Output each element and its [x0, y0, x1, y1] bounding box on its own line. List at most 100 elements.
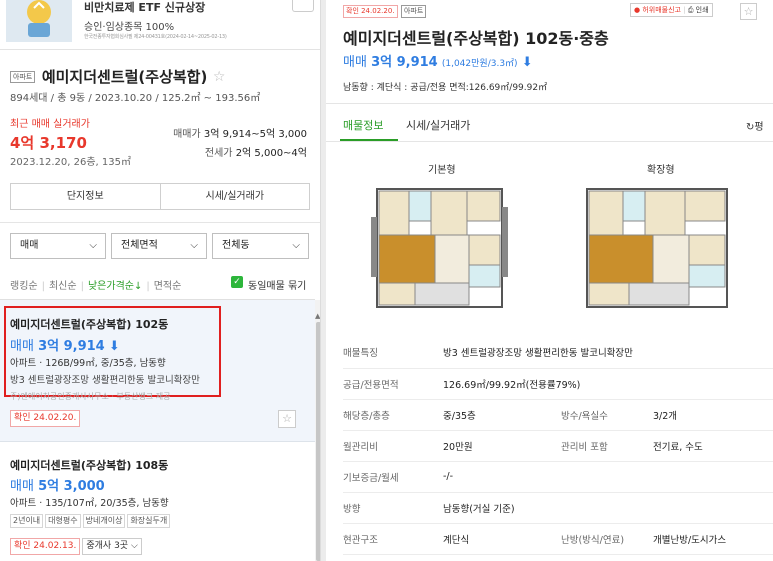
- trade-type-value: 매매: [20, 240, 39, 251]
- scroll-up-icon[interactable]: ▲: [315, 312, 320, 320]
- divider: [0, 222, 320, 223]
- detail-badges: 확인 24.02.20. 아파트: [343, 3, 427, 18]
- sale-range-value: 3억 9,914~5억 3,000: [203, 129, 307, 140]
- type-tag: 아파트: [10, 70, 36, 83]
- row-value: 126.69㎡/99.92㎡(전용률79%): [443, 368, 773, 400]
- complex-info: 894세대 / 총 9동 / 2023.10.20 / 125.2㎡ ~ 193…: [10, 93, 261, 104]
- detail-favorite-star-icon[interactable]: ☆: [740, 3, 757, 20]
- detail-price: 매매 3억 9,914 (1,042만원/3.3㎡) ⬇: [343, 51, 533, 70]
- group-checkbox[interactable]: ✓: [231, 276, 243, 288]
- jeonse-range-label: 전세가: [204, 148, 233, 159]
- sort-low-price[interactable]: 낮은가격순↓: [88, 281, 142, 292]
- panel-gap: [321, 0, 326, 561]
- sort-options: 랭킹순 | 최신순 | 낮은가격순↓ | 면적순: [10, 281, 182, 292]
- area-select[interactable]: 전체면적 ⌵: [111, 233, 207, 259]
- price-down-icon: ⬇: [108, 339, 120, 354]
- tab-listing-info[interactable]: 매물정보: [343, 117, 383, 133]
- row-key: 방수/욕실수: [561, 399, 653, 431]
- recent-trade-label: 최근 매매 실거래가: [10, 119, 90, 130]
- listing-spec: 아파트 · 135/107㎡, 20/35층, 남동향: [10, 498, 169, 509]
- listing-price-type: 매매: [10, 339, 34, 354]
- row-value: 남동향(거실 기준): [443, 492, 773, 524]
- recent-trade-price: 4억 3,170: [10, 134, 87, 152]
- row-value: -/-: [443, 461, 773, 493]
- unit-toggle[interactable]: ↻평: [746, 118, 764, 133]
- ad-fine-print: 한국전종투자협회심사필 제24-00431호(2024-02-14~2025-0…: [84, 34, 227, 40]
- row-value: 20만원: [443, 430, 561, 462]
- sale-price-range: 매매가 3억 9,914~5억 3,000: [173, 125, 307, 140]
- row-key: 기보증금/월세: [343, 461, 443, 493]
- confirm-date: 확인 24.02.13.: [10, 538, 81, 555]
- listing-title[interactable]: 예미지더센트럴(주상복합) 102동: [10, 316, 168, 332]
- listing-spec: 아파트 · 126B/99㎡, 중/35층, 남동향: [10, 358, 166, 369]
- row-key: 해당층/총층: [343, 399, 443, 431]
- sort-latest[interactable]: 최신순: [49, 281, 77, 292]
- recent-trade-date: 2023.12.20, 26층, 135㎡: [10, 157, 131, 168]
- floorplan-basic-image[interactable]: [357, 177, 522, 317]
- ad-image: [6, 0, 72, 42]
- row-key: 공급/전용면적: [343, 368, 443, 400]
- listing-detail-table: 매물특징 방3 센트럴광장조망 생활편리한동 발코니확장만 공급/전용면적 12…: [343, 337, 773, 555]
- divider: [326, 103, 773, 104]
- table-row: 공급/전용면적 126.69㎡/99.92㎡(전용률79%): [343, 368, 773, 400]
- detail-confirm-date: 확인 24.02.20.: [343, 5, 398, 18]
- detail-actions: ● 허위매물신고 | ⎙ 인쇄: [630, 3, 713, 17]
- listing-title[interactable]: 예미지더센트럴(주상복합) 108동: [10, 457, 168, 473]
- agent-count-button[interactable]: 중개사 3곳 ⌵: [82, 538, 142, 555]
- complex-info-button[interactable]: 단지정보: [11, 184, 160, 209]
- row-key: 방향: [343, 492, 443, 524]
- print-icon: ⎙: [687, 6, 694, 14]
- row-key: 관리비 포함: [561, 430, 653, 462]
- ad-title: 비만치료제 ETF 신규상장: [84, 1, 206, 14]
- complex-header: 아파트 예미지더센트럴(주상복합) ☆: [10, 66, 225, 87]
- chevron-down-icon: ⌵: [130, 541, 138, 551]
- listing-price-type: 매매: [10, 479, 34, 494]
- report-button[interactable]: 허위매물신고: [642, 6, 681, 14]
- complex-buttons: 단지정보 시세/실거래가: [10, 183, 310, 210]
- row-value: 3/2개: [653, 399, 773, 431]
- tag: 대형평수: [45, 514, 81, 528]
- row-value: 계단식: [443, 523, 561, 555]
- print-button[interactable]: 인쇄: [696, 6, 709, 14]
- listing-desc: 방3 센트럴광장조망 생활편리한동 발코니확장만: [10, 375, 200, 386]
- favorite-star-icon[interactable]: ☆: [278, 410, 296, 428]
- sort-area[interactable]: 면적순: [154, 281, 182, 292]
- tab-price-history[interactable]: 시세/실거래가: [406, 117, 470, 133]
- unit-toggle-label: 평: [754, 122, 764, 133]
- confirm-badge: 확인 24.02.20.: [10, 410, 81, 427]
- favorite-star-icon[interactable]: ☆: [213, 69, 226, 85]
- row-key: 난방(방식/연료): [561, 523, 653, 555]
- divider: [326, 141, 773, 142]
- listing-price: 매매 5억 3,000: [10, 475, 105, 494]
- ad-close-button[interactable]: [292, 0, 314, 12]
- listing-price-value: 3억 9,914: [38, 339, 105, 354]
- floorplan-extended-image[interactable]: [577, 177, 742, 317]
- detail-summary: 남동향 : 계단식 : 공급/전용 면적:126.69㎡/99.92㎡: [343, 83, 548, 93]
- row-key: 월관리비: [343, 430, 443, 462]
- floorplan-basic-label: 기본형: [428, 165, 456, 176]
- tag: 화장실두개: [127, 514, 171, 528]
- group-checkbox-label[interactable]: 동일매물 묶기: [248, 277, 306, 292]
- ad-banner[interactable]: 비만치료제 ETF 신규상장 승인·임상종목 100% 한국전종투자협회심사필 …: [0, 0, 320, 50]
- dong-value: 전체동: [222, 240, 250, 251]
- listing-price-value: 5억 3,000: [38, 479, 105, 494]
- sale-range-label: 매매가: [173, 129, 201, 140]
- sort-ranking[interactable]: 랭킹순: [10, 281, 38, 292]
- trade-type-select[interactable]: 매매 ⌵: [10, 233, 106, 259]
- row-key: 매물특징: [343, 337, 443, 369]
- confirm-date: 확인 24.02.20.: [10, 410, 81, 427]
- jeonse-price-range: 전세가 2억 5,000~4억: [205, 144, 307, 159]
- price-down-icon: ⬇: [521, 55, 533, 70]
- report-icon: ●: [634, 6, 641, 14]
- row-key: 현관구조: [343, 523, 443, 555]
- ad-illustration-icon: [6, 0, 72, 42]
- agent-count-label: 중개사 3곳: [86, 541, 129, 551]
- ad-subtitle: 승인·임상종목 100%: [84, 22, 175, 33]
- dong-select[interactable]: 전체동 ⌵: [212, 233, 309, 259]
- price-history-button[interactable]: 시세/실거래가: [159, 184, 310, 209]
- listing-tags: 2년이내 대형평수 방네개이상 화장실두개: [10, 513, 172, 528]
- chevron-down-icon: ⌵: [190, 240, 198, 251]
- tag: 2년이내: [10, 514, 44, 528]
- table-row: 현관구조 계단식 난방(방식/연료) 개별난방/도시가스: [343, 523, 773, 555]
- jeonse-range-value: 2억 5,000~4억: [235, 148, 307, 159]
